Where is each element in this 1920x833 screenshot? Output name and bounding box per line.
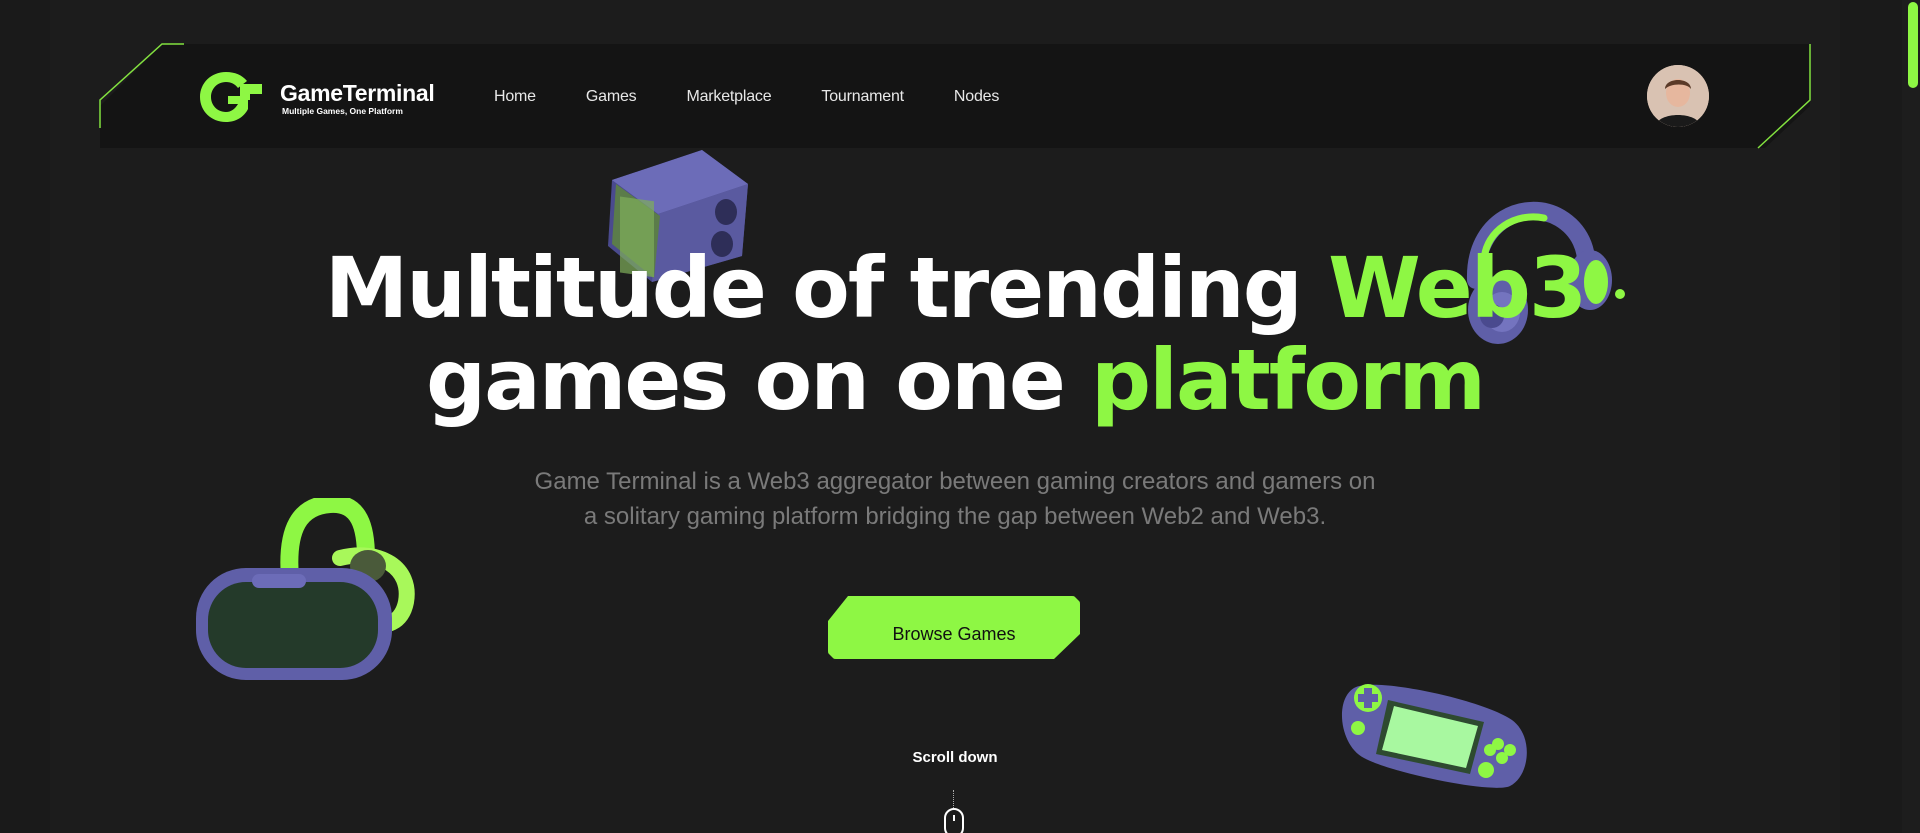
headline-text-1: Multitude of trending: [324, 239, 1329, 337]
scroll-down-label[interactable]: Scroll down: [0, 749, 1910, 766]
headline-text-2: games on one: [426, 331, 1092, 429]
hero-subtitle: Game Terminal is a Web3 aggregator betwe…: [460, 464, 1450, 534]
user-avatar-icon: [1647, 65, 1709, 127]
scroll-indicator-line: [953, 790, 954, 808]
nav-item-marketplace[interactable]: Marketplace: [686, 88, 771, 106]
hero-headline: Multitude of trending Web3 games on one …: [0, 242, 1910, 426]
nav-item-nodes[interactable]: Nodes: [954, 88, 999, 106]
headline-highlight-web3: Web3: [1328, 239, 1587, 337]
browse-games-button[interactable]: Browse Games: [828, 596, 1080, 659]
scrollbar-thumb[interactable]: [1908, 2, 1918, 88]
subtitle-line-2: a solitary gaming platform bridging the …: [583, 503, 1327, 530]
nav-item-home[interactable]: Home: [494, 88, 536, 106]
main-nav: Home Games Marketplace Tournament Nodes: [494, 88, 1049, 106]
headline-highlight-platform: platform: [1091, 331, 1486, 429]
brand-name[interactable]: GameTerminal: [280, 80, 435, 107]
gamepad-icon: [1341, 684, 1527, 788]
nav-item-tournament[interactable]: Tournament: [821, 88, 904, 106]
logo-icon[interactable]: [198, 70, 264, 124]
scrollbar[interactable]: [1902, 0, 1920, 833]
nav-item-games[interactable]: Games: [586, 88, 637, 106]
vr-headset-icon: [196, 498, 415, 680]
avatar[interactable]: [1647, 65, 1709, 127]
brand-tagline: Multiple Games, One Platform: [282, 106, 403, 116]
mouse-icon[interactable]: [944, 808, 964, 833]
subtitle-line-1: Game Terminal is a Web3 aggregator betwe…: [534, 468, 1376, 495]
